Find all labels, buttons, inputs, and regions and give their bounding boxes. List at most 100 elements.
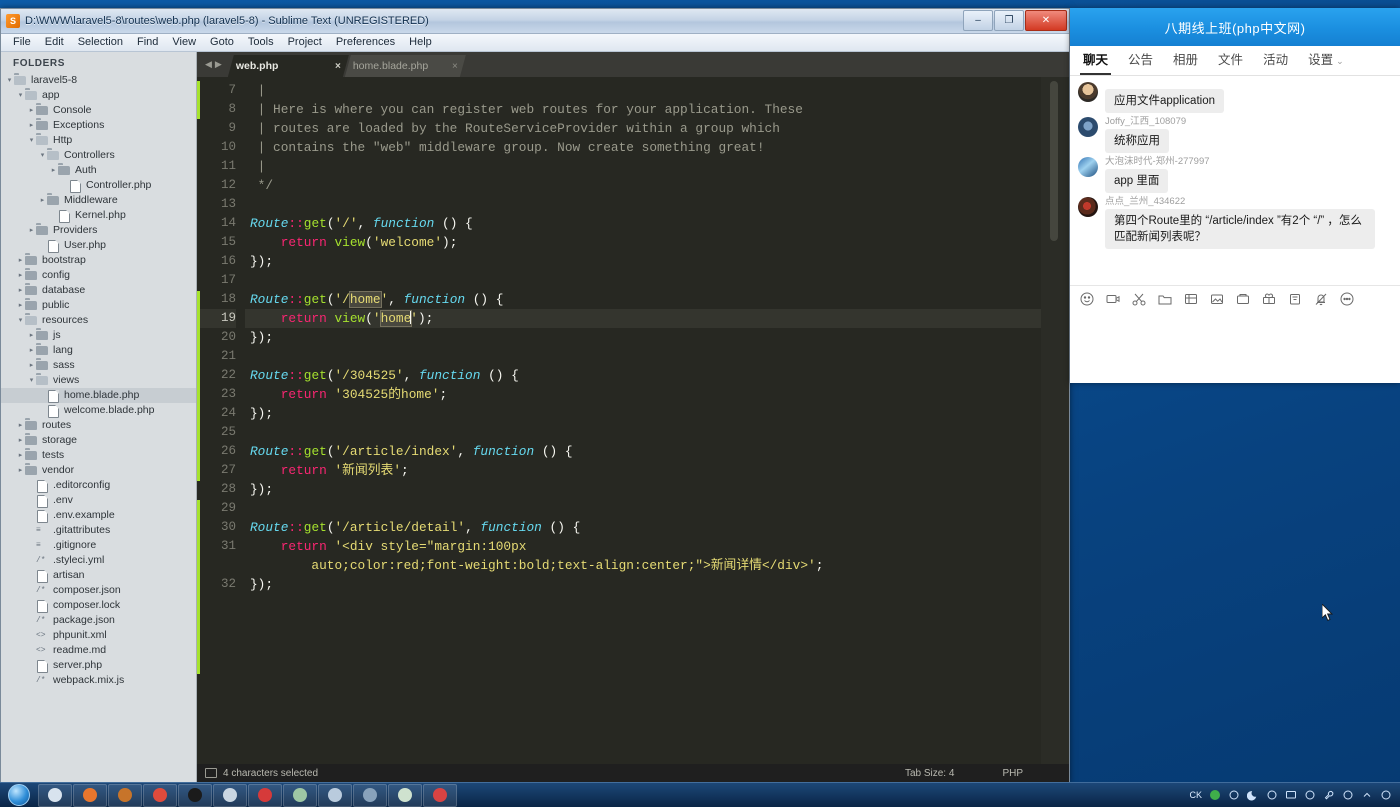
tree-item[interactable]: ≡.gitignore bbox=[1, 538, 196, 553]
disclosure-triangle-icon[interactable] bbox=[38, 193, 47, 208]
menu-item-find[interactable]: Find bbox=[130, 34, 165, 51]
tree-item[interactable]: Providers bbox=[1, 223, 196, 238]
scrollbar-thumb[interactable] bbox=[1050, 81, 1058, 241]
chat-tab-5[interactable]: 设置⌄ bbox=[1305, 46, 1347, 75]
tree-item[interactable]: composer.lock bbox=[1, 598, 196, 613]
menu-item-help[interactable]: Help bbox=[402, 34, 439, 51]
wrench-icon[interactable] bbox=[1323, 789, 1335, 801]
disclosure-triangle-icon[interactable] bbox=[49, 163, 58, 178]
tree-item[interactable]: Kernel.php bbox=[1, 208, 196, 223]
tree-item[interactable]: ≡.gitattributes bbox=[1, 523, 196, 538]
tree-item[interactable]: /*.styleci.yml bbox=[1, 553, 196, 568]
code-line[interactable]: | bbox=[245, 157, 1041, 176]
tree-item[interactable]: Console bbox=[1, 103, 196, 118]
code-line[interactable]: return view('welcome'); bbox=[245, 233, 1041, 252]
tab-close-icon[interactable]: × bbox=[335, 61, 341, 72]
taskbar-chrome2-icon[interactable] bbox=[143, 784, 177, 807]
card-icon[interactable] bbox=[1288, 292, 1302, 306]
tree-item[interactable]: <>readme.md bbox=[1, 643, 196, 658]
code-line[interactable]: return '<div style="margin:100px bbox=[245, 537, 1041, 556]
tab-size-status[interactable]: Tab Size: 4 bbox=[905, 768, 954, 779]
tab-prev-icon[interactable]: ◀ bbox=[205, 59, 212, 70]
tree-item[interactable]: app bbox=[1, 88, 196, 103]
taskbar-opera-icon[interactable] bbox=[423, 784, 457, 807]
tree-item[interactable]: tests bbox=[1, 448, 196, 463]
tree-item[interactable]: /*package.json bbox=[1, 613, 196, 628]
window-titlebar[interactable]: S D:\WWW\laravel5-8\routes\web.php (lara… bbox=[1, 9, 1069, 34]
code-line[interactable]: Route::get('/', function () { bbox=[245, 214, 1041, 233]
start-button[interactable] bbox=[0, 783, 38, 807]
disclosure-triangle-icon[interactable] bbox=[16, 253, 25, 268]
code-line[interactable]: }); bbox=[245, 252, 1041, 271]
taskbar-xls-icon[interactable] bbox=[283, 784, 317, 807]
tree-item[interactable]: public bbox=[1, 298, 196, 313]
moon-icon[interactable] bbox=[1247, 789, 1259, 801]
disclosure-triangle-icon[interactable] bbox=[16, 418, 25, 433]
code-line[interactable] bbox=[245, 499, 1041, 518]
tree-item[interactable]: Auth bbox=[1, 163, 196, 178]
tree-item[interactable]: js bbox=[1, 328, 196, 343]
tab-nav[interactable]: ◀ ▶ bbox=[203, 52, 228, 77]
avatar[interactable] bbox=[1078, 82, 1098, 102]
tree-item[interactable]: User.php bbox=[1, 238, 196, 253]
taskbar-sublime-icon[interactable] bbox=[108, 784, 142, 807]
disclosure-triangle-icon[interactable] bbox=[16, 448, 25, 463]
ime-icon[interactable] bbox=[1228, 789, 1240, 801]
close-button[interactable]: ✕ bbox=[1025, 10, 1067, 31]
tree-item[interactable]: .env.example bbox=[1, 508, 196, 523]
tree-item[interactable]: /*webpack.mix.js bbox=[1, 673, 196, 688]
disclosure-triangle-icon[interactable] bbox=[27, 328, 36, 343]
disclosure-triangle-icon[interactable] bbox=[16, 313, 25, 328]
code-line[interactable]: Route::get('/article/detail', function (… bbox=[245, 518, 1041, 537]
folder-icon[interactable] bbox=[1158, 292, 1172, 306]
disclosure-triangle-icon[interactable] bbox=[16, 298, 25, 313]
sogou-icon[interactable] bbox=[1209, 789, 1221, 801]
disclosure-triangle-icon[interactable] bbox=[27, 343, 36, 358]
chat-tab-2[interactable]: 相册 bbox=[1170, 46, 1201, 75]
chat-tab-4[interactable]: 活动 bbox=[1260, 46, 1291, 75]
chat-tab-3[interactable]: 文件 bbox=[1215, 46, 1246, 75]
avatar[interactable] bbox=[1078, 157, 1098, 177]
disclosure-triangle-icon[interactable] bbox=[27, 118, 36, 133]
chat-title-bar[interactable]: 八期线上班(php中文网) bbox=[1070, 8, 1400, 46]
tree-item[interactable]: config bbox=[1, 268, 196, 283]
taskbar-note-icon[interactable] bbox=[388, 784, 422, 807]
chat-tab-bar[interactable]: 聊天公告相册文件活动设置⌄ bbox=[1070, 46, 1400, 76]
tree-item[interactable]: welcome.blade.php bbox=[1, 403, 196, 418]
message-bubble[interactable]: 统称应用 bbox=[1105, 129, 1169, 153]
code-line[interactable]: | contains the "web" middleware group. N… bbox=[245, 138, 1041, 157]
chevron-down-icon[interactable]: ⌄ bbox=[1336, 56, 1344, 66]
tab-close-icon[interactable]: × bbox=[452, 61, 458, 72]
sidebar-file-tree[interactable]: FOLDERS laravel5-8appConsoleExceptionsHt… bbox=[1, 52, 197, 782]
image-icon[interactable] bbox=[1210, 292, 1224, 306]
code-line[interactable]: }); bbox=[245, 328, 1041, 347]
code-line[interactable]: Route::get('/article/index', function ()… bbox=[245, 442, 1041, 461]
disclosure-triangle-icon[interactable] bbox=[16, 463, 25, 478]
tree-item[interactable]: resources bbox=[1, 313, 196, 328]
disclosure-triangle-icon[interactable] bbox=[27, 373, 36, 388]
message-bubble[interactable]: 应用文件application bbox=[1105, 89, 1224, 113]
tree-item[interactable]: Exceptions bbox=[1, 118, 196, 133]
taskbar-chrome-icon[interactable] bbox=[38, 784, 72, 807]
disclosure-triangle-icon[interactable] bbox=[5, 73, 14, 88]
taskbar-firefox-icon[interactable] bbox=[73, 784, 107, 807]
tree-item[interactable]: vendor bbox=[1, 463, 196, 478]
chevron-up-icon[interactable] bbox=[1361, 789, 1373, 801]
code-line[interactable]: | bbox=[245, 81, 1041, 100]
editor-tabs[interactable]: web.php×home.blade.php× bbox=[228, 52, 462, 77]
taskbar-tool-icon[interactable] bbox=[213, 784, 247, 807]
disclosure-triangle-icon[interactable] bbox=[27, 223, 36, 238]
tree-item[interactable]: Http bbox=[1, 133, 196, 148]
avatar[interactable] bbox=[1078, 117, 1098, 137]
code-line[interactable]: | routes are loaded by the RouteServiceP… bbox=[245, 119, 1041, 138]
tree-item[interactable]: lang bbox=[1, 343, 196, 358]
taskbar-netease-icon[interactable] bbox=[248, 784, 282, 807]
taskbar-items[interactable] bbox=[38, 784, 457, 807]
tree-item[interactable]: database bbox=[1, 283, 196, 298]
tree-item[interactable]: bootstrap bbox=[1, 253, 196, 268]
menu-item-goto[interactable]: Goto bbox=[203, 34, 241, 51]
gif-icon[interactable] bbox=[1106, 292, 1120, 306]
tree-item[interactable]: storage bbox=[1, 433, 196, 448]
menu-item-project[interactable]: Project bbox=[281, 34, 329, 51]
syntax-status[interactable]: PHP bbox=[1002, 768, 1023, 779]
